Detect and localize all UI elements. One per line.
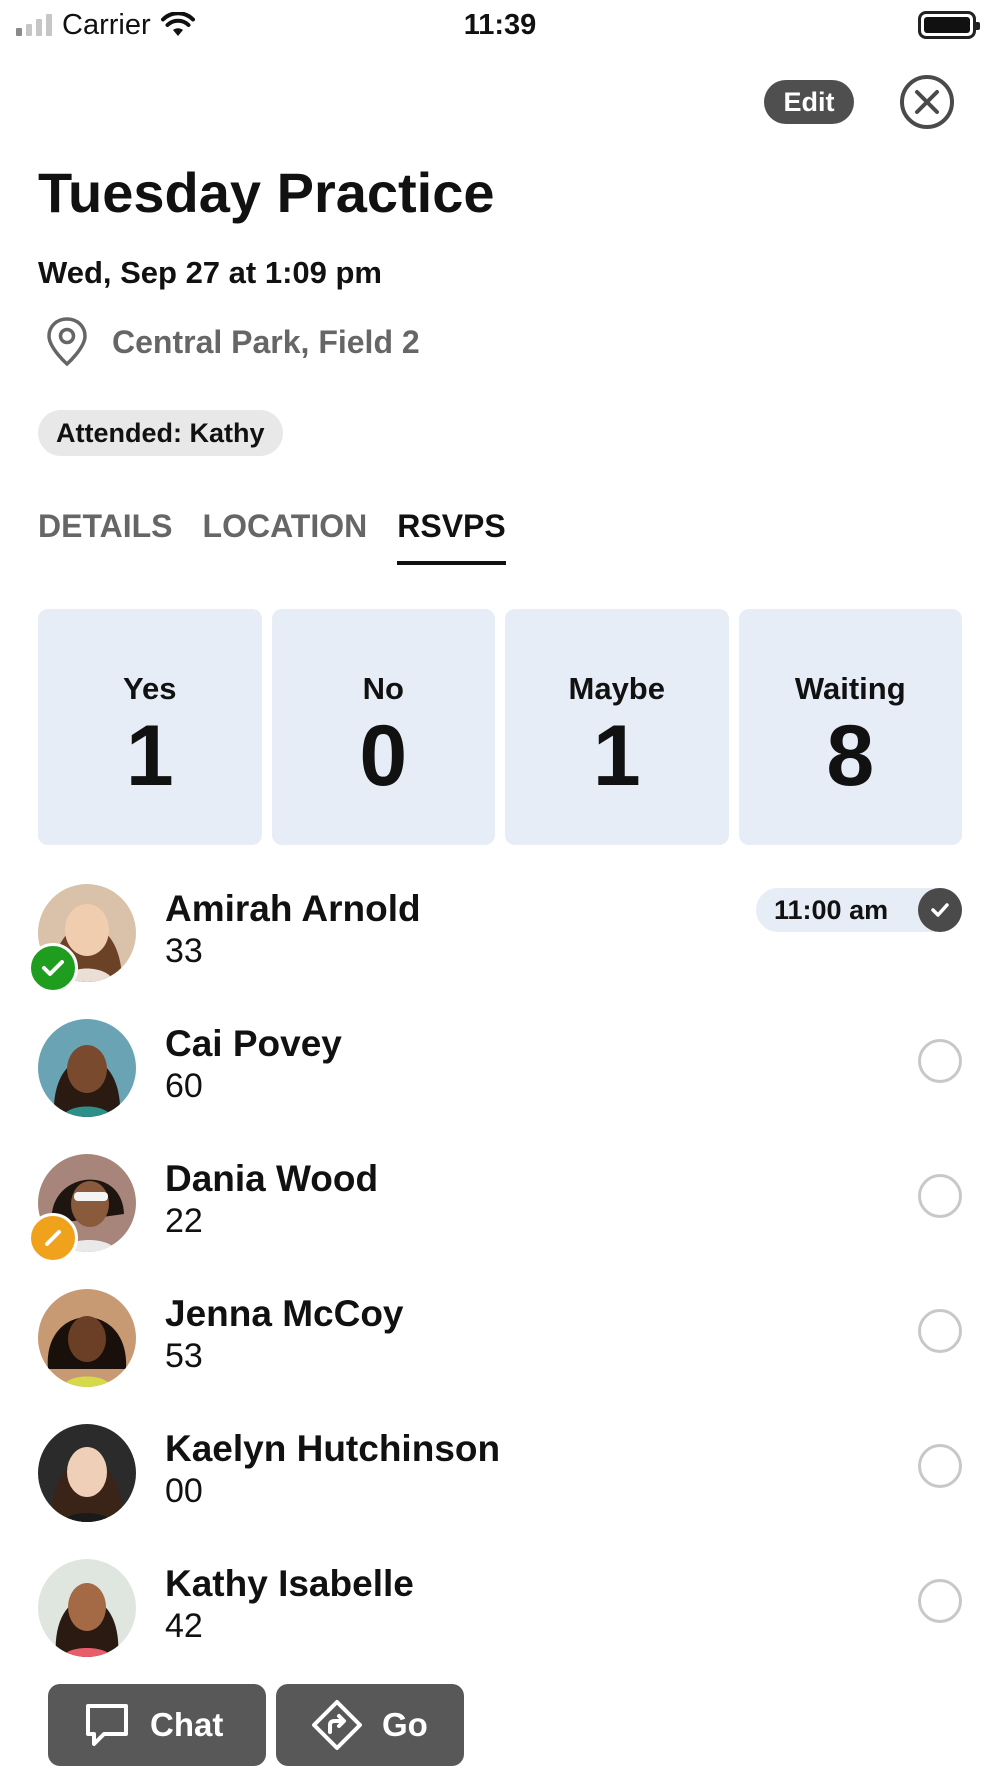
member-number: 42 [165,1607,203,1645]
battery-icon [918,11,980,39]
stat-card-maybe[interactable]: Maybe 1 [505,609,729,845]
avatar [38,1289,136,1387]
wifi-icon [160,12,195,36]
check-in-toggle[interactable] [918,1039,962,1083]
stat-value: 8 [826,708,875,804]
list-item[interactable]: Kathy Isabelle 42 [0,1555,1000,1690]
page-title: Tuesday Practice [38,161,495,224]
tab-rsvps[interactable]: RSVPS [397,508,507,565]
go-label: Go [382,1706,428,1743]
list-item[interactable]: Kaelyn Hutchinson 00 [0,1420,1000,1555]
close-icon [900,75,954,129]
status-bar-left: Carrier [16,9,195,42]
carrier-label: Carrier [62,8,151,41]
chat-label: Chat [150,1706,224,1743]
stat-label: No [362,671,404,706]
avatar [38,1424,136,1522]
tab-details[interactable]: DETAILS [38,508,173,565]
stat-card-yes[interactable]: Yes 1 [38,609,262,845]
member-number: 33 [165,932,203,970]
member-name: Amirah Arnold [165,888,421,929]
check-in-time[interactable]: 11:00 am [756,888,962,932]
slash-icon [45,1230,61,1246]
list-item[interactable]: Amirah Arnold 33 11:00 am [0,880,1000,1015]
stat-card-no[interactable]: No 0 [271,609,495,845]
member-number: 60 [165,1067,203,1105]
member-name: Cai Povey [165,1023,342,1064]
stat-label: Waiting [794,671,906,706]
go-button[interactable]: Go [276,1684,464,1766]
tab-bar: DETAILS LOCATION RSVPS [38,508,507,565]
rsvp-summary: Yes 1 No 0 Maybe 1 Waiting 8 [38,609,962,845]
member-number: 00 [165,1472,203,1510]
bottom-actions: Chat Go [48,1684,464,1766]
list-item[interactable]: Dania Wood 22 [0,1150,1000,1285]
signal-icon [16,14,52,36]
list-item[interactable]: Jenna McCoy 53 [0,1285,1000,1420]
member-list: Amirah Arnold 33 11:00 am Cai Povey 60 D… [0,880,1000,1690]
chat-icon [86,1704,128,1746]
check-in-toggle[interactable] [918,1309,962,1353]
checkmark-icon [42,960,64,976]
stat-label: Maybe [568,671,665,706]
check-in-toggle[interactable] [918,1444,962,1488]
avatar [38,1019,136,1117]
event-date: Wed, Sep 27 at 1:09 pm [38,255,382,290]
avatar [38,1559,136,1657]
member-name: Kaelyn Hutchinson [165,1428,501,1469]
member-name: Jenna McCoy [165,1293,404,1334]
location-text: Central Park, Field 2 [112,323,420,360]
attended-badge: Attended: Kathy [38,410,283,456]
chat-button[interactable]: Chat [48,1684,266,1766]
list-item[interactable]: Cai Povey 60 [0,1015,1000,1150]
status-bar: Carrier 11:39 [0,0,1000,50]
stat-value: 1 [125,708,174,804]
directions-icon [312,1700,362,1750]
location-row[interactable]: Central Park, Field 2 [44,316,420,368]
member-number: 53 [165,1337,203,1375]
checked-in-icon [918,888,962,932]
stat-card-waiting[interactable]: Waiting 8 [738,609,962,845]
stat-value: 0 [359,708,408,804]
check-in-time-label: 11:00 am [774,894,889,925]
check-in-toggle[interactable] [918,1174,962,1218]
tab-location[interactable]: LOCATION [203,508,368,565]
edit-button[interactable]: Edit [764,80,854,124]
rsvp-yes-badge [28,943,78,993]
location-pin-icon [47,317,87,367]
member-name: Dania Wood [165,1158,379,1199]
check-in-toggle[interactable] [918,1579,962,1623]
stat-value: 1 [592,708,641,804]
member-number: 22 [165,1202,203,1240]
member-name: Kathy Isabelle [165,1563,414,1604]
stat-label: Yes [123,671,177,706]
close-button[interactable] [898,73,956,131]
rsvp-maybe-badge [28,1213,78,1263]
